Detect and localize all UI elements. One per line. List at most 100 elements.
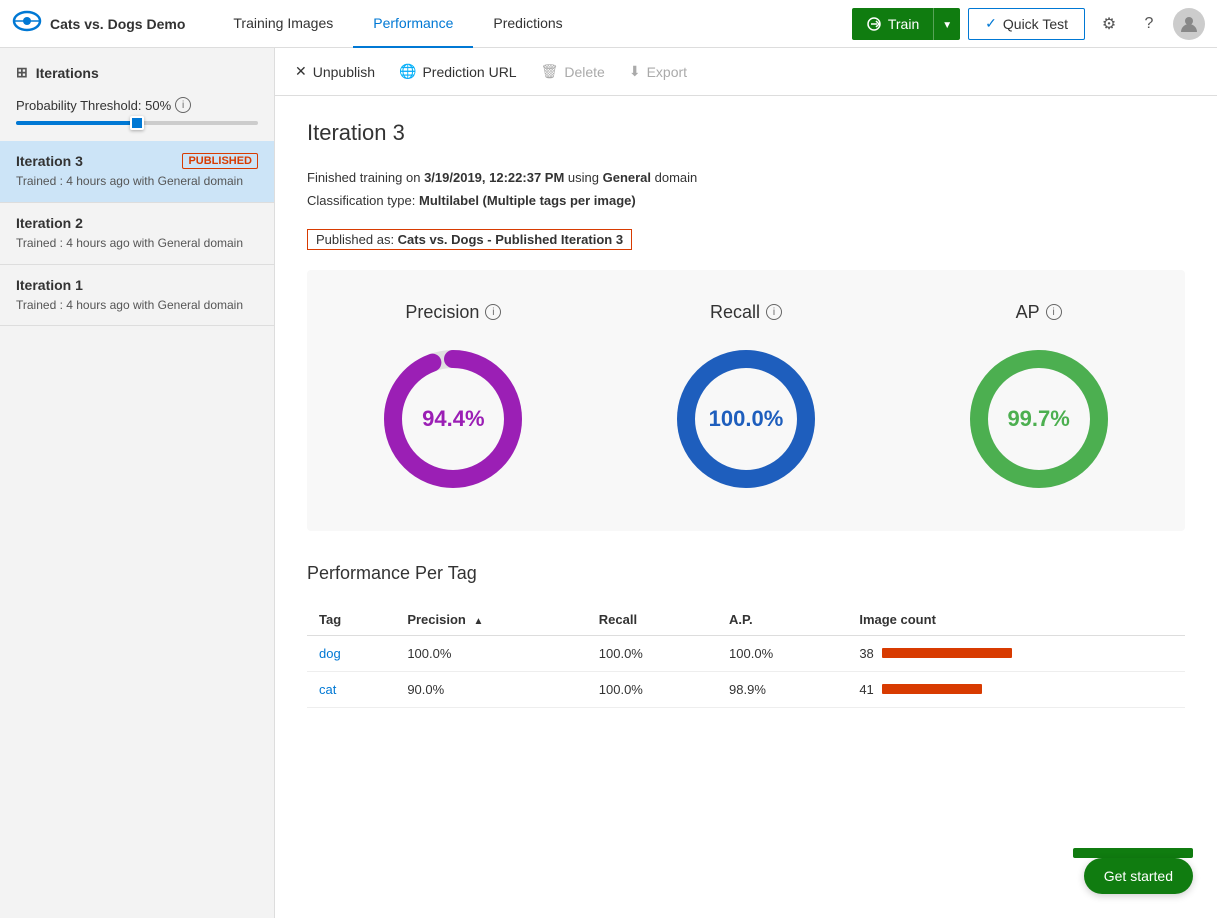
iteration1-detail: Trained : 4 hours ago with General domai…	[16, 297, 258, 314]
header-actions: Train ▼ ✓ Quick Test ⚙ ?	[852, 8, 1205, 40]
tag-cat-link[interactable]: cat	[307, 671, 395, 707]
precision-label-row: Precision i	[405, 302, 501, 323]
header: Cats vs. Dogs Demo Training Images Perfo…	[0, 0, 1217, 48]
precision-info-icon[interactable]: i	[485, 304, 501, 320]
sidebar-item-iteration1[interactable]: Iteration 1 Trained : 4 hours ago with G…	[0, 265, 274, 327]
cat-link[interactable]: cat	[319, 682, 336, 697]
info-domain: General	[603, 170, 651, 185]
x-icon: ✕	[295, 63, 307, 80]
tag-table: Tag Precision ▲ Recall A.P. Image count	[307, 604, 1185, 708]
slider-track	[16, 121, 258, 125]
iteration3-detail: Trained : 4 hours ago with General domai…	[16, 173, 258, 190]
info-line2: Classification type: Multilabel (Multipl…	[307, 189, 1185, 212]
precision-label: Precision	[405, 302, 479, 323]
export-button[interactable]: ⬇ Export	[629, 59, 687, 84]
tag-table-body: dog 100.0% 100.0% 100.0% 38	[307, 635, 1185, 707]
dog-precision: 100.0%	[395, 635, 586, 671]
logo-area: Cats vs. Dogs Demo	[12, 6, 205, 41]
iteration2-detail: Trained : 4 hours ago with General domai…	[16, 235, 258, 252]
dog-link[interactable]: dog	[319, 646, 341, 661]
ap-info-icon[interactable]: i	[1046, 304, 1062, 320]
iteration1-header: Iteration 1	[16, 277, 258, 293]
globe-icon: 🌐	[399, 63, 416, 80]
published-as-name: Cats vs. Dogs - Published Iteration 3	[398, 232, 623, 247]
prediction-url-button[interactable]: 🌐 Prediction URL	[399, 59, 517, 84]
info-using: using	[564, 170, 602, 185]
col-precision: Precision ▲	[395, 604, 586, 636]
threshold-text: Probability Threshold: 50%	[16, 98, 171, 113]
iteration3-published-badge: PUBLISHED	[182, 153, 258, 169]
content-toolbar: ✕ Unpublish 🌐 Prediction URL 🗑 Delete ⬇ …	[275, 48, 1217, 96]
col-image-count: Image count	[847, 604, 1185, 636]
cat-bar-container: 41	[859, 682, 1173, 697]
published-as-box: Published as: Cats vs. Dogs - Published …	[307, 229, 632, 250]
sidebar: ⊞ Iterations Probability Threshold: 50% …	[0, 48, 275, 918]
threshold-slider-container	[16, 121, 258, 125]
iterations-label: Iterations	[36, 65, 99, 81]
train-button[interactable]: Train	[852, 8, 933, 40]
sidebar-item-iteration3[interactable]: Iteration 3 PUBLISHED Trained : 4 hours …	[0, 141, 274, 203]
settings-button[interactable]: ⚙	[1093, 8, 1125, 40]
cat-recall: 100.0%	[587, 671, 717, 707]
threshold-section: Probability Threshold: 50% i	[0, 89, 274, 141]
iterations-icon: ⊞	[16, 64, 28, 81]
prediction-url-label: Prediction URL	[422, 64, 516, 80]
info-date: 3/19/2019, 12:22:37 PM	[424, 170, 564, 185]
quick-test-label: Quick Test	[1003, 16, 1068, 32]
app-title: Cats vs. Dogs Demo	[50, 16, 185, 32]
per-tag-title: Performance Per Tag	[307, 563, 1185, 584]
performance-content: Iteration 3 Finished training on 3/19/20…	[275, 96, 1217, 732]
recall-label-row: Recall i	[710, 302, 782, 323]
green-bar-decoration	[1073, 848, 1193, 858]
ap-value: 99.7%	[1007, 406, 1069, 432]
dog-count: 38	[859, 646, 873, 661]
tab-predictions[interactable]: Predictions	[473, 0, 582, 48]
quick-test-button[interactable]: ✓ Quick Test	[968, 8, 1085, 40]
precision-metric: Precision i 94.4%	[373, 302, 533, 499]
tag-table-head: Tag Precision ▲ Recall A.P. Image count	[307, 604, 1185, 636]
iteration-title: Iteration 3	[307, 120, 1185, 146]
tag-dog-link[interactable]: dog	[307, 635, 395, 671]
info-classification-prefix: Classification type:	[307, 193, 419, 208]
recall-label: Recall	[710, 302, 760, 323]
published-as-prefix: Published as:	[316, 232, 398, 247]
metrics-section: Precision i 94.4% Recall	[307, 270, 1185, 531]
tab-performance[interactable]: Performance	[353, 0, 473, 48]
export-label: Export	[647, 64, 687, 80]
recall-value: 100.0%	[709, 406, 784, 432]
iteration3-header: Iteration 3 PUBLISHED	[16, 153, 258, 169]
cat-count: 41	[859, 682, 873, 697]
threshold-info-icon[interactable]: i	[175, 97, 191, 113]
content-area: ✕ Unpublish 🌐 Prediction URL 🗑 Delete ⬇ …	[275, 48, 1217, 918]
unpublish-button[interactable]: ✕ Unpublish	[295, 59, 375, 84]
iteration-info: Finished training on 3/19/2019, 12:22:37…	[307, 166, 1185, 213]
table-row-cat: cat 90.0% 100.0% 98.9% 41	[307, 671, 1185, 707]
threshold-label: Probability Threshold: 50% i	[16, 97, 258, 113]
dog-ap: 100.0%	[717, 635, 847, 671]
main-container: ⊞ Iterations Probability Threshold: 50% …	[0, 48, 1217, 918]
ap-metric: AP i 99.7%	[959, 302, 1119, 499]
help-button[interactable]: ?	[1133, 8, 1165, 40]
sidebar-item-iteration2[interactable]: Iteration 2 Trained : 4 hours ago with G…	[0, 203, 274, 265]
info-classification: Multilabel (Multiple tags per image)	[419, 193, 636, 208]
info-line1: Finished training on 3/19/2019, 12:22:37…	[307, 166, 1185, 189]
unpublish-label: Unpublish	[313, 64, 375, 80]
tab-training-images[interactable]: Training Images	[213, 0, 353, 48]
get-started-button[interactable]: Get started	[1084, 858, 1193, 894]
cat-precision: 90.0%	[395, 671, 586, 707]
precision-sort-icon[interactable]: ▲	[473, 616, 483, 627]
delete-button[interactable]: 🗑 Delete	[541, 59, 605, 84]
user-avatar[interactable]	[1173, 8, 1205, 40]
dog-recall: 100.0%	[587, 635, 717, 671]
slider-fill	[16, 121, 137, 125]
iteration3-name: Iteration 3	[16, 153, 83, 169]
ap-label: AP	[1016, 302, 1040, 323]
gear-icon: ⚙	[1102, 14, 1116, 34]
help-icon: ?	[1145, 15, 1154, 33]
slider-thumb[interactable]	[130, 116, 144, 130]
col-recall: Recall	[587, 604, 717, 636]
train-label: Train	[888, 16, 919, 32]
tag-table-header-row: Tag Precision ▲ Recall A.P. Image count	[307, 604, 1185, 636]
recall-info-icon[interactable]: i	[766, 304, 782, 320]
train-split-button[interactable]: ▼	[933, 8, 960, 40]
